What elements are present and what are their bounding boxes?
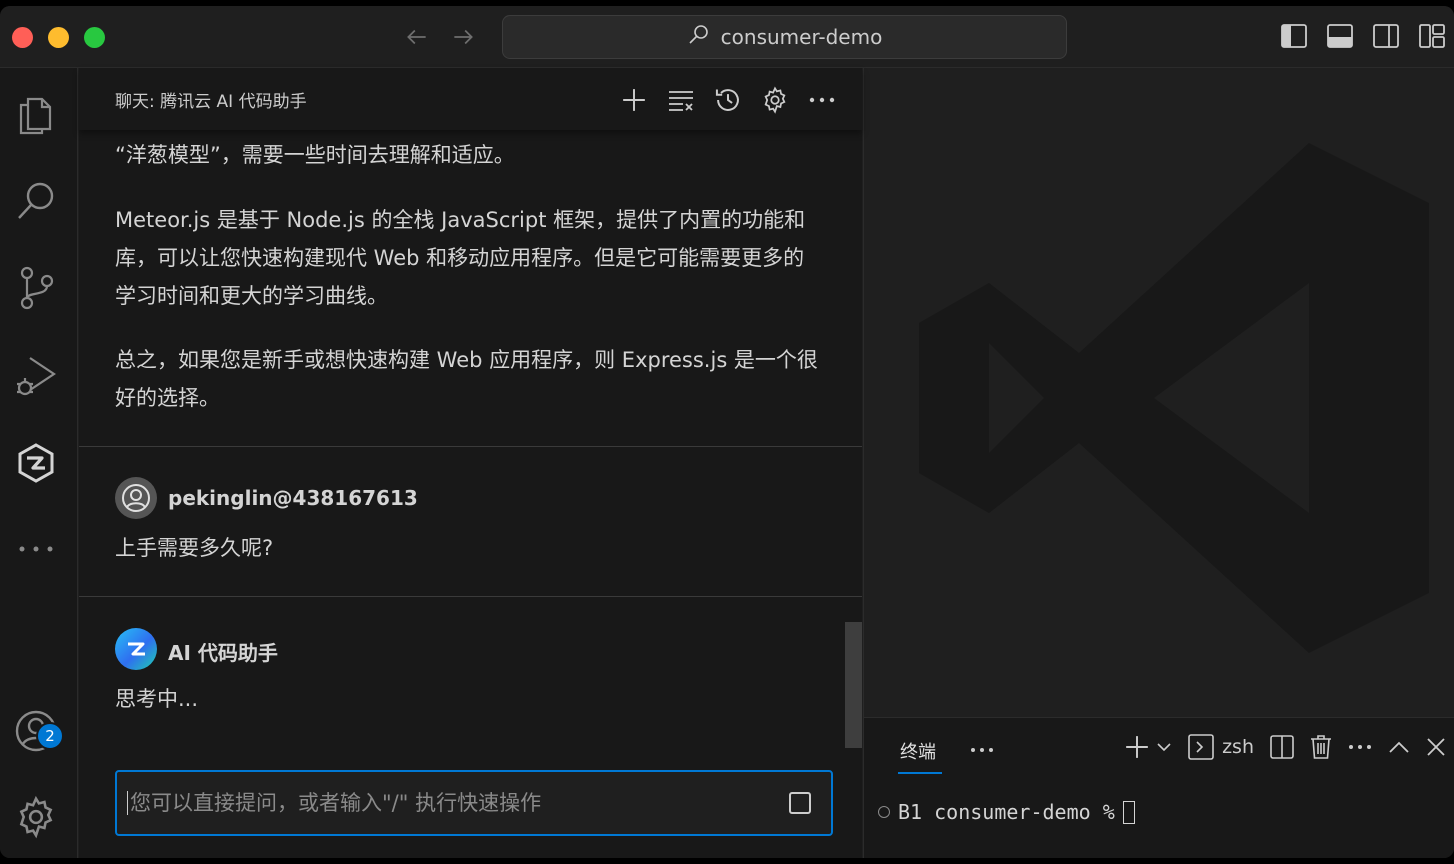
editor-area xyxy=(863,68,1454,717)
ai-assistant-avatar xyxy=(115,628,157,670)
terminal-prompt-line[interactable]: B1 consumer-demo % xyxy=(878,800,1135,824)
user-message-text: 上手需要多久呢? xyxy=(115,536,274,560)
history-icon[interactable] xyxy=(711,83,744,116)
title-bar: consumer-demo xyxy=(0,6,1454,68)
chat-title: 聊天: 腾讯云 AI 代码助手 xyxy=(115,91,307,112)
stop-square-icon[interactable] xyxy=(789,792,811,814)
ai-message-paragraph: Meteor.js 是基于 Node.js 的全栈 JavaScript 框架，… xyxy=(115,208,806,308)
terminal-shell-selector[interactable]: zsh xyxy=(1188,734,1254,760)
workspace-name: consumer-demo xyxy=(720,25,883,49)
toggle-panel-icon[interactable] xyxy=(1324,20,1356,52)
message-divider xyxy=(79,446,862,447)
user-name: pekinglin@438167613 xyxy=(168,486,418,510)
search-icon[interactable] xyxy=(13,178,59,224)
message-divider xyxy=(79,596,862,597)
chat-panel: 聊天: 腾讯云 AI 代码助手 “洋葱模型”，需要一些时间去理解和适应。 Met… xyxy=(79,68,862,858)
chat-input-box[interactable] xyxy=(115,770,833,836)
search-icon xyxy=(687,23,711,52)
explorer-icon[interactable] xyxy=(13,90,59,136)
chat-input[interactable] xyxy=(127,791,767,815)
ai-thinking-text: 思考中... xyxy=(115,687,199,711)
toggle-primary-sidebar-icon[interactable] xyxy=(1278,20,1310,52)
panel-more-icon[interactable] xyxy=(970,734,994,758)
run-and-debug-icon[interactable] xyxy=(13,353,59,399)
activity-bar: 2 xyxy=(0,68,78,858)
ai-message-paragraph: 总之，如果您是新手或想快速构建 Web 应用程序，则 Express.js 是一… xyxy=(115,348,818,410)
close-panel-icon[interactable] xyxy=(1426,737,1446,757)
terminal-panel: 终端 zsh B1 consumer-demo % xyxy=(863,717,1454,858)
minimize-window-button[interactable] xyxy=(48,27,69,48)
more-actions-icon[interactable] xyxy=(805,83,838,116)
back-arrow-icon[interactable] xyxy=(400,20,434,54)
shell-name: zsh xyxy=(1222,736,1254,758)
new-chat-plus-icon[interactable] xyxy=(617,83,650,116)
settings-gear-icon[interactable] xyxy=(758,83,791,116)
command-center-search[interactable]: consumer-demo xyxy=(502,15,1067,59)
customize-layout-icon[interactable] xyxy=(1416,20,1448,52)
manage-gear-icon[interactable] xyxy=(13,794,59,840)
vscode-window: consumer-demo 2 聊天: 腾讯云 AI 代码助手 “洋葱模型”，需… xyxy=(0,6,1454,858)
clear-chat-icon[interactable] xyxy=(664,83,697,116)
close-window-button[interactable] xyxy=(12,27,33,48)
kill-terminal-trash-icon[interactable] xyxy=(1310,734,1332,760)
terminal-dropdown-chevron-icon[interactable] xyxy=(1156,742,1172,752)
new-terminal-plus-icon[interactable] xyxy=(1124,734,1150,760)
ai-assistant-name: AI 代码助手 xyxy=(168,641,278,665)
user-avatar xyxy=(115,477,157,519)
forward-arrow-icon[interactable] xyxy=(446,20,480,54)
accounts-badge: 2 xyxy=(36,722,64,750)
chat-header: 聊天: 腾讯云 AI 代码助手 xyxy=(79,68,862,130)
terminal-more-icon[interactable] xyxy=(1348,744,1372,750)
terminal-status-dot-icon xyxy=(878,806,890,818)
ai-message-paragraph: “洋葱模型”，需要一些时间去理解和适应。 xyxy=(115,143,515,167)
terminal-prompt: B1 consumer-demo % xyxy=(898,800,1115,824)
more-views-icon[interactable] xyxy=(13,526,59,572)
terminal-cursor xyxy=(1122,800,1135,824)
vscode-watermark-logo xyxy=(919,143,1429,653)
maximize-panel-chevron-up-icon[interactable] xyxy=(1388,740,1410,754)
tencent-ai-assistant-icon[interactable] xyxy=(13,440,59,486)
maximize-window-button[interactable] xyxy=(84,27,105,48)
tab-terminal[interactable]: 终端 xyxy=(900,738,936,764)
source-control-icon[interactable] xyxy=(13,265,59,311)
split-terminal-icon[interactable] xyxy=(1270,735,1294,759)
toggle-secondary-sidebar-icon[interactable] xyxy=(1370,20,1402,52)
chat-scrollbar[interactable] xyxy=(845,622,862,748)
active-tab-indicator xyxy=(898,772,942,774)
